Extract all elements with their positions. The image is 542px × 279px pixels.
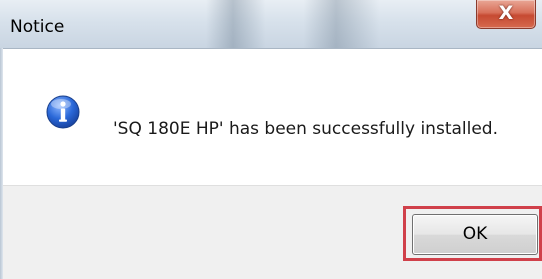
window-title: Notice [10,17,65,37]
close-button[interactable]: X [476,0,536,29]
notice-dialog: Notice X 'SQ 180E HP' has been successfu… [0,0,542,279]
dialog-content: 'SQ 180E HP' has been successfully insta… [3,49,542,185]
info-icon [46,95,80,129]
dialog-message: 'SQ 180E HP' has been successfully insta… [113,119,498,139]
ok-button[interactable]: OK [412,214,538,255]
title-bar[interactable]: Notice X [0,0,542,49]
